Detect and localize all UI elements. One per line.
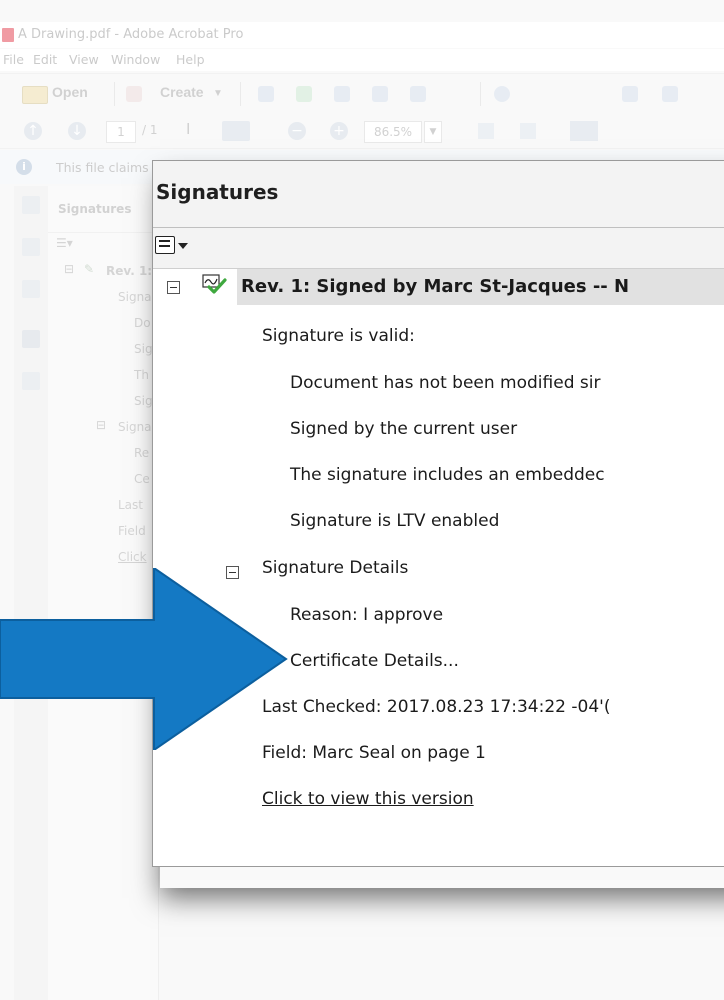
nav-rev-label[interactable]: Rev. 1: [106, 264, 152, 278]
document-message-text: This file claims [56, 160, 149, 175]
view-version-link[interactable]: Click to view this version [262, 789, 474, 809]
check-current-user: Signed by the current user [290, 419, 518, 439]
nav-line: Last [118, 498, 143, 512]
pages-panel-icon[interactable] [22, 196, 40, 214]
rev-label[interactable]: Rev. 1: Signed by Marc St-Jacques -- N [241, 276, 629, 297]
page-total: / 1 [142, 123, 158, 137]
fit-page-icon[interactable] [478, 123, 494, 139]
toolbar-separator [480, 82, 481, 106]
acrobat-app-icon [2, 28, 14, 42]
nav-line: Field [118, 524, 146, 538]
tool-icon[interactable] [622, 86, 638, 102]
read-mode-icon[interactable] [570, 121, 598, 141]
permissions-panel-icon[interactable] [22, 372, 40, 390]
chevron-down-icon [178, 243, 188, 249]
panel-options-bar [153, 228, 724, 269]
nav-collapse-icon[interactable]: ⊟ [64, 262, 74, 276]
signatures-panel: Signatures Rev. 1: Signed by Marc St-Jac… [152, 160, 724, 867]
nav-line: Signa [118, 290, 152, 304]
panel-header: Signatures [153, 161, 724, 228]
signature-validity: Signature is valid: [262, 326, 415, 346]
list-options-icon [155, 236, 175, 254]
cloud-upload-icon[interactable] [296, 86, 312, 102]
options-menu-button[interactable] [155, 236, 199, 260]
open-folder-icon [22, 86, 48, 104]
nav-signature-icon: ✎ [84, 262, 95, 276]
tool-icon[interactable] [662, 86, 678, 102]
valid-signature-icon [202, 274, 227, 294]
open-button[interactable]: Open [52, 84, 88, 100]
nav-link[interactable]: Click [118, 550, 147, 564]
select-cursor-icon[interactable]: I [186, 120, 190, 138]
nav-line: Sig [134, 394, 153, 408]
collapse-rev-toggle[interactable] [167, 281, 180, 294]
check-ltv-enabled: Signature is LTV enabled [290, 511, 500, 531]
nav-line: Th [134, 368, 149, 382]
create-button[interactable]: Create [160, 84, 204, 100]
last-checked: Last Checked: 2017.08.23 17:34:22 -04'( [262, 697, 611, 717]
window-title: A Drawing.pdf - Adobe Acrobat Pro [18, 27, 244, 42]
fit-width-icon[interactable] [520, 123, 536, 139]
create-dropdown-caret[interactable]: ▼ [213, 88, 223, 99]
hand-tool-icon[interactable] [222, 121, 250, 141]
nav-line: Re [134, 446, 150, 460]
info-icon: i [16, 159, 32, 175]
menu-edit[interactable]: Edit [33, 52, 57, 67]
email-icon[interactable] [410, 86, 426, 102]
main-toolbar: Open Create ▼ [0, 73, 724, 115]
page-number-input[interactable]: 1 [106, 121, 136, 143]
nav-line: Ce [134, 472, 150, 486]
nav-line: Signa [118, 420, 152, 434]
print-icon[interactable] [334, 86, 350, 102]
certificate-details[interactable]: Certificate Details... [290, 651, 459, 671]
settings-gear-icon[interactable] [494, 86, 510, 102]
zoom-level-input[interactable]: 86.5% [364, 121, 422, 143]
toolbar-separator [114, 82, 115, 106]
toolbar-separator [240, 82, 241, 106]
menu-file[interactable]: File [3, 52, 24, 67]
title-bar: A Drawing.pdf - Adobe Acrobat Pro [0, 22, 724, 48]
nav-line: Sig [134, 342, 153, 356]
save-icon[interactable] [258, 86, 274, 102]
zoom-in-icon[interactable]: + [330, 122, 348, 140]
page-toolbar: ↑ ↓ 1 / 1 I − + 86.5% ▼ [0, 114, 724, 149]
zoom-out-icon[interactable]: − [288, 122, 306, 140]
next-page-icon[interactable]: ↓ [68, 122, 86, 140]
nav-line: Do [134, 316, 151, 330]
nav-options-icon[interactable]: ☰▾ [56, 236, 73, 250]
nav-panel-title: Signatures [58, 202, 132, 216]
callout-arrow-icon [0, 568, 288, 750]
menu-view[interactable]: View [69, 52, 99, 67]
signature-reason: Reason: I approve [290, 605, 444, 625]
create-pdf-icon [126, 86, 142, 102]
bookmarks-panel-icon[interactable] [22, 238, 40, 256]
signatures-panel-icon[interactable] [22, 330, 40, 348]
check-embedded-timestamp: The signature includes an embeddec [290, 465, 605, 485]
previous-page-icon[interactable]: ↑ [24, 122, 42, 140]
nav-collapse-icon[interactable]: ⊟ [96, 418, 106, 432]
menu-bar: File Edit View Window Help [0, 49, 724, 71]
edit-icon[interactable] [372, 86, 388, 102]
menu-window[interactable]: Window [111, 52, 160, 67]
zoom-dropdown-icon[interactable]: ▼ [424, 121, 442, 143]
menu-help[interactable]: Help [176, 52, 205, 67]
check-not-modified: Document has not been modified sir [290, 373, 601, 393]
panel-title: Signatures [156, 180, 279, 204]
attachments-panel-icon[interactable] [22, 280, 40, 298]
